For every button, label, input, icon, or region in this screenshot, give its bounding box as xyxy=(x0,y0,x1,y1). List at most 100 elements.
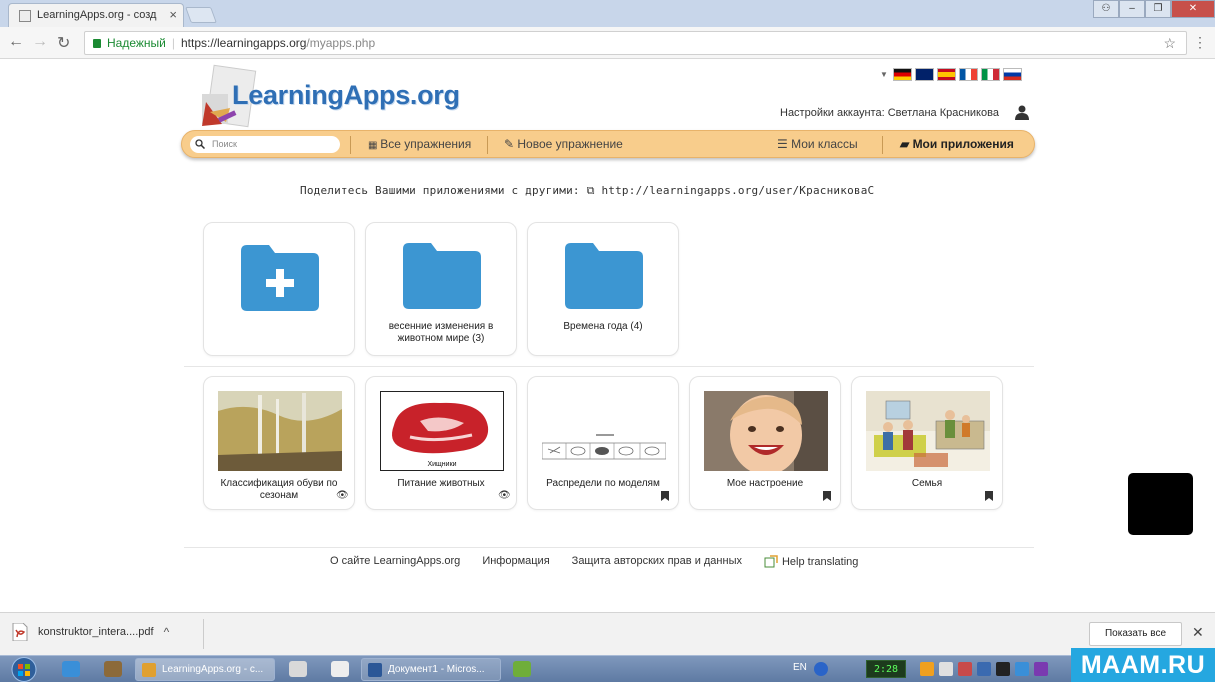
window-user-icon[interactable]: ⚇ xyxy=(1093,0,1119,18)
tray-app-icon[interactable] xyxy=(1015,662,1029,676)
share-line: Поделитесь Вашими приложениями с другими… xyxy=(300,184,874,198)
address-bar[interactable]: Надежный | https://learningapps.org/myapps… xyxy=(84,31,1187,55)
tray-clock[interactable]: 2:28 xyxy=(866,660,906,678)
footer-links: О сайте LearningApps.org Информация Защи… xyxy=(330,555,858,569)
app-thumbnail: Хищники xyxy=(380,391,504,471)
account-settings-link[interactable]: Настройки аккаунта: Светлана Красникова xyxy=(780,107,999,119)
chevron-up-icon[interactable]: ^ xyxy=(164,625,170,639)
app-card[interactable]: Хищники Питание животных 👁 xyxy=(365,376,517,510)
nav-all-exercises[interactable]: ▦ Все упражнения xyxy=(368,131,471,159)
flag-german-icon[interactable] xyxy=(892,68,912,81)
folder-card[interactable]: Времена года (4) xyxy=(527,222,679,356)
windows-start-icon[interactable] xyxy=(8,656,40,682)
share-link[interactable]: http://learningapps.org/user/КрасниковаС xyxy=(601,184,874,197)
footer-info-link[interactable]: Информация xyxy=(482,555,549,569)
folder-label: Времена года (4) xyxy=(563,321,643,332)
new-tab-button[interactable] xyxy=(185,7,217,23)
help-tray-icon[interactable] xyxy=(814,662,828,676)
bookmark-icon[interactable] xyxy=(984,491,994,501)
app-label: Мое настроение xyxy=(726,478,804,489)
forward-arrow-icon[interactable]: → xyxy=(32,33,48,51)
new-folder-card[interactable] xyxy=(203,222,355,356)
flag-english-icon[interactable] xyxy=(914,68,934,81)
folder-card[interactable]: весенние изменения в животном мире (3) xyxy=(365,222,517,356)
taskbar-word-button[interactable]: Документ1 - Micros... xyxy=(361,658,501,681)
maximize-button[interactable]: ❐ xyxy=(1145,0,1171,18)
app-card[interactable]: Распредели по моделям xyxy=(527,376,679,510)
app-card[interactable]: Мое настроение xyxy=(689,376,841,510)
overlay-black-box xyxy=(1128,473,1193,535)
search-input[interactable]: Поиск xyxy=(190,136,340,153)
os-taskbar: LearningApps.org - с... Документ1 - Micr… xyxy=(0,655,1215,682)
browser-tab[interactable]: LearningApps.org - созд × xyxy=(8,3,184,27)
search-icon xyxy=(195,139,205,149)
taskbar-chrome-button[interactable]: LearningApps.org - с... xyxy=(135,658,275,681)
word-icon xyxy=(368,663,382,677)
browser-tab-strip: LearningApps.org - созд × ⚇ ‒ ❐ ✕ xyxy=(0,0,1215,27)
download-item[interactable]: konstruktor_intera....pdf ^ xyxy=(12,623,169,641)
browser-menu-icon[interactable]: ⋮ xyxy=(1193,34,1207,51)
page-favicon-icon xyxy=(19,10,31,22)
folder-icon xyxy=(403,243,481,309)
window-close-button[interactable]: ✕ xyxy=(1171,0,1215,18)
app-card[interactable]: Семья xyxy=(851,376,1003,510)
tab-close-icon[interactable]: × xyxy=(169,7,177,22)
footer-privacy-link[interactable]: Защита авторских прав и данных xyxy=(572,555,742,569)
user-icon[interactable] xyxy=(1014,104,1030,120)
visible-eye-icon[interactable]: 👁 xyxy=(336,491,349,501)
download-filename: konstruktor_intera....pdf xyxy=(38,626,154,638)
show-all-downloads-button[interactable]: Показать все xyxy=(1089,622,1182,646)
window-controls: ⚇ ‒ ❐ ✕ xyxy=(1093,0,1215,18)
tray-app-icon[interactable] xyxy=(958,662,972,676)
tray-app-icon[interactable] xyxy=(939,662,953,676)
thumb-caption: Хищники xyxy=(427,461,456,468)
footer-help-label: Help translating xyxy=(781,556,859,568)
flag-italian-icon[interactable] xyxy=(980,68,1000,81)
browser-toolbar: ← → ↻ Надежный | https://learningapps.org/… xyxy=(0,27,1215,59)
secure-label: Надежный xyxy=(107,36,166,50)
tray-app-icon[interactable] xyxy=(1034,662,1048,676)
app-thumbnail xyxy=(866,391,990,471)
taskbar-chrome-label: LearningApps.org - с... xyxy=(162,664,264,675)
tray-app-icon[interactable] xyxy=(920,662,934,676)
minimize-button[interactable]: ‒ xyxy=(1119,0,1145,18)
tray-app-icon[interactable] xyxy=(996,662,1010,676)
ie-icon[interactable] xyxy=(62,661,80,677)
reload-icon[interactable]: ↻ xyxy=(57,33,70,53)
notepad-icon[interactable] xyxy=(331,661,349,677)
nav-my-classes[interactable]: ☰ Мои классы xyxy=(777,131,858,159)
translate-icon xyxy=(764,555,778,568)
app-label: Распредели по моделям xyxy=(546,478,660,489)
app-label: Питание животных xyxy=(397,478,485,489)
nav-my-apps[interactable]: ▰ Мои приложения xyxy=(900,131,1014,159)
share-text: Поделитесь Вашими приложениями с другими… xyxy=(300,184,580,197)
paint-icon[interactable] xyxy=(513,661,531,677)
app-thumbnail xyxy=(542,391,666,471)
flag-russian-icon[interactable] xyxy=(1002,68,1022,81)
close-downloads-icon[interactable]: ✕ xyxy=(1192,624,1204,641)
external-link-icon: ⧉ xyxy=(586,184,595,197)
footer-about-link[interactable]: О сайте LearningApps.org xyxy=(330,555,460,569)
language-indicator[interactable]: EN xyxy=(793,662,807,673)
flag-french-icon[interactable] xyxy=(958,68,978,81)
language-dropdown-icon[interactable]: ▼ xyxy=(880,70,888,79)
grid-icon: ▦ xyxy=(368,140,381,151)
url-host: https://learningapps.org xyxy=(181,36,307,50)
bookmark-star-icon[interactable]: ☆ xyxy=(1163,32,1176,54)
app-card[interactable]: Классификация обуви по сезонам 👁 xyxy=(203,376,355,510)
bookmark-icon[interactable] xyxy=(822,491,832,501)
watermark-logo: MAAM.RU xyxy=(1071,648,1215,682)
nav-all-exercises-label: Все упражнения xyxy=(380,137,472,151)
site-logo[interactable]: LearningApps.org xyxy=(232,80,460,111)
footer-help-link[interactable]: Help translating xyxy=(764,555,858,569)
explorer-icon[interactable] xyxy=(289,661,307,677)
folder-label: весенние изменения в животном мире (3) xyxy=(388,321,494,344)
nav-new-exercise[interactable]: ✎ Новое упражнение xyxy=(504,131,623,159)
tray-app-icon[interactable] xyxy=(977,662,991,676)
back-arrow-icon[interactable]: ← xyxy=(8,33,24,51)
visible-eye-icon[interactable]: 👁 xyxy=(498,491,511,501)
bookmark-icon[interactable] xyxy=(660,491,670,501)
flag-spanish-icon[interactable] xyxy=(936,68,956,81)
footer-divider xyxy=(184,547,1034,548)
media-icon[interactable] xyxy=(104,661,122,677)
